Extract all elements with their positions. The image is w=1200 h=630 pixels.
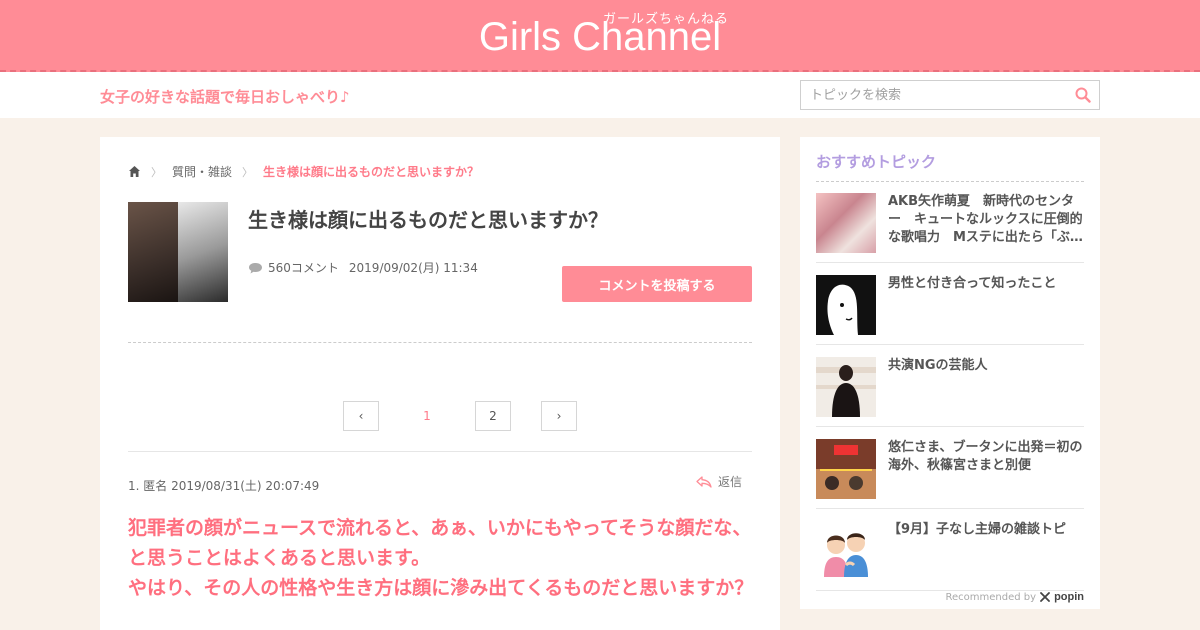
breadcrumb-separator: 〉 bbox=[242, 165, 254, 179]
credit-brand: popin bbox=[1054, 591, 1084, 603]
recommended-item[interactable]: 共演NGの芸能人 bbox=[816, 345, 1084, 427]
breadcrumb-category[interactable]: 質問・雑談 bbox=[172, 163, 232, 180]
recommended-credit[interactable]: Recommended by popin bbox=[946, 591, 1084, 603]
popin-logo-icon bbox=[1040, 592, 1050, 602]
sidebar-title: おすすめトピック bbox=[816, 153, 937, 171]
thumbnail-left-photo bbox=[128, 202, 178, 302]
reply-label: 返信 bbox=[718, 475, 743, 489]
sub-header: 女子の好きな話題で毎日おしゃべり♪ bbox=[0, 72, 1200, 118]
next-page-button[interactable]: › bbox=[541, 401, 577, 431]
breadcrumb-current: 生き様は顔に出るものだと思いますか？ bbox=[263, 165, 480, 179]
recommended-thumbnail bbox=[816, 193, 876, 253]
search-input[interactable] bbox=[801, 81, 1069, 109]
comment-bubble-icon bbox=[249, 262, 262, 273]
recommended-item[interactable]: 悠仁さま、ブータンに出発＝初の海外、秋篠宮さまと別便 bbox=[816, 427, 1084, 509]
topic-date: 2019/09/02(月) 11:34 bbox=[348, 261, 478, 275]
site-tagline: 女子の好きな話題で毎日おしゃべり♪ bbox=[100, 88, 350, 106]
reply-icon bbox=[696, 475, 712, 488]
topic-main: 〉 質問・雑談 〉 生き様は顔に出るものだと思いますか？ 生き様は顔に出るものだ… bbox=[100, 137, 780, 630]
recommended-title: 悠仁さま、ブータンに出発＝初の海外、秋篠宮さまと別便 bbox=[888, 440, 1083, 473]
page-2-link[interactable]: 2 bbox=[475, 401, 511, 431]
breadcrumb: 〉 質問・雑談 〉 生き様は顔に出るものだと思いますか？ bbox=[128, 163, 479, 180]
home-icon[interactable] bbox=[128, 165, 141, 178]
topic-meta: 560コメント 2019/09/02(月) 11:34 bbox=[248, 259, 478, 276]
recommended-thumbnail bbox=[816, 275, 876, 335]
recommended-title: 【9月】子なし主婦の雑談トピ bbox=[888, 522, 1067, 537]
divider bbox=[128, 451, 752, 452]
recommended-thumbnail bbox=[816, 357, 876, 417]
search-box bbox=[800, 80, 1100, 110]
prev-page-button[interactable]: ‹ bbox=[343, 401, 379, 431]
search-icon[interactable] bbox=[1075, 87, 1091, 103]
recommended-title: 男性と付き合って知ったこと bbox=[888, 276, 1057, 291]
thumbnail-right-photo bbox=[178, 202, 228, 302]
pagination: ‹ 1 2 › bbox=[343, 401, 577, 431]
recommended-title: 共演NGの芸能人 bbox=[888, 358, 988, 373]
reply-button[interactable]: 返信 bbox=[696, 473, 742, 490]
comment-body-line: 犯罪者の顔がニュースで流れると、あぁ、いかにもやってそうな顔だな、と思うことはよ… bbox=[128, 517, 752, 569]
topic-thumbnail bbox=[128, 202, 228, 302]
comment-body-line: やはり、その人の性格や生き方は顔に滲み出てくるものだと思いますか？ bbox=[128, 577, 754, 599]
divider bbox=[128, 342, 752, 343]
site-logo-kana: ガールズちゃんねる bbox=[603, 12, 730, 27]
breadcrumb-separator: 〉 bbox=[151, 165, 162, 179]
site-logo[interactable]: Girls Channel bbox=[0, 14, 1200, 60]
comment-body: 犯罪者の顔がニュースで流れると、あぁ、いかにもやってそうな顔だな、と思うことはよ… bbox=[128, 513, 758, 603]
recommended-thumbnail bbox=[816, 521, 876, 581]
recommended-thumbnail bbox=[816, 439, 876, 499]
comment-header: 1. 匿名 2019/08/31(土) 20:07:49 bbox=[128, 479, 320, 493]
topic-title: 生き様は顔に出るものだと思いますか？ bbox=[248, 208, 608, 232]
recommended-item[interactable]: AKB矢作萌夏 新時代のセンター キュートなルックスに圧倒的な歌唱力 Mステに出… bbox=[816, 181, 1084, 263]
recommended-item[interactable]: 【9月】子なし主婦の雑談トピ bbox=[816, 509, 1084, 591]
comment-count: 560コメント bbox=[268, 261, 339, 275]
recommended-sidebar: おすすめトピック AKB矢作萌夏 新時代のセンター キュートなルックスに圧倒的な… bbox=[800, 137, 1100, 609]
recommended-item[interactable]: 男性と付き合って知ったこと bbox=[816, 263, 1084, 345]
site-header: Girls Channel ガールズちゃんねる bbox=[0, 0, 1200, 72]
page-1-link[interactable]: 1 bbox=[409, 401, 445, 431]
credit-label: Recommended by bbox=[945, 591, 1037, 603]
post-comment-button[interactable]: コメントを投稿する bbox=[562, 266, 752, 302]
recommended-title: AKB矢作萌夏 新時代のセンター キュートなルックスに圧倒的な歌唱力 Mステに出… bbox=[888, 194, 1083, 245]
